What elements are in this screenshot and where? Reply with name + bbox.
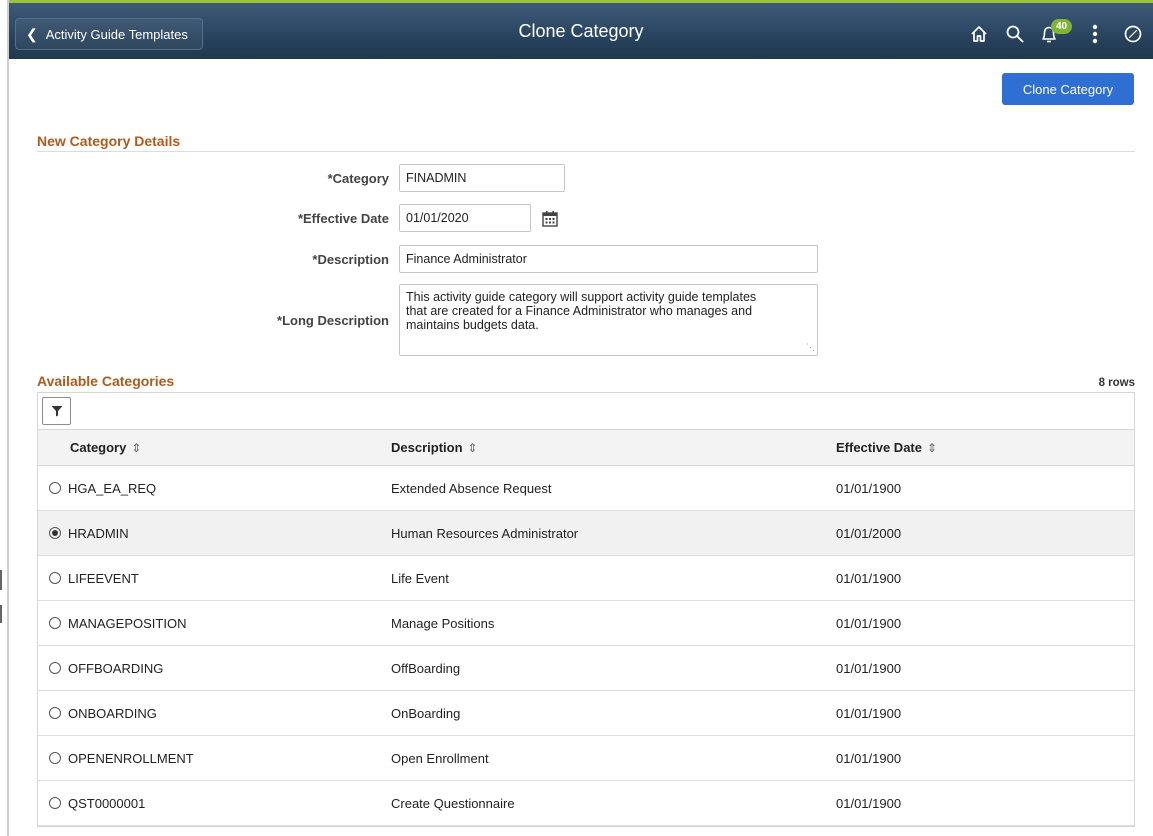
description-field[interactable]: Finance Administrator [399,245,818,273]
clone-category-button[interactable]: Clone Category [1002,73,1134,105]
description-cell: Open Enrollment [391,751,489,766]
table-row[interactable]: MANAGEPOSITION Manage Positions 01/01/1900 [38,601,1134,646]
long-description-field[interactable]: This activity guide category will suppor… [399,284,818,356]
actions-menu-button[interactable] [1077,19,1113,49]
filter-button[interactable] [42,397,71,425]
description-label: *Description [312,252,389,267]
sort-icon: ⇕ [467,440,478,455]
sort-icon: ⇕ [926,440,938,455]
category-cell: MANAGEPOSITION [68,616,187,631]
description-cell: OffBoarding [391,661,461,676]
column-header-description[interactable]: Description ⇕ [391,430,478,465]
row-select-radio[interactable] [49,482,61,494]
row-count: 8 rows [1098,377,1135,389]
column-header-label: Effective Date [836,440,922,455]
notifications-button[interactable]: 40 [1033,19,1077,49]
effective-date-field[interactable]: 01/01/2020 [399,204,531,232]
row-select-radio[interactable] [49,707,61,719]
effective-date-cell: 01/01/1900 [836,571,902,586]
long-description-line: This activity guide category will suppor… [406,290,757,304]
effective-date-cell: 01/01/1900 [836,616,902,631]
row-select-radio[interactable] [49,662,61,674]
navbar-button[interactable] [1113,19,1153,49]
effective-date-label: *Effective Date [297,211,389,226]
effective-date-cell: 01/01/2000 [836,526,902,541]
effective-date-cell: 01/01/1900 [836,706,902,721]
effective-date-cell: 01/01/1900 [836,751,902,766]
row-select-radio[interactable] [49,527,61,539]
category-field[interactable]: FINADMIN [399,164,565,192]
description-cell: Manage Positions [391,616,495,631]
category-cell: LIFEEVENT [68,571,139,586]
table-row[interactable]: ONBOARDING OnBoarding 01/01/1900 [38,691,1134,736]
column-header-label: Category [70,440,127,455]
category-cell: OPENENROLLMENT [68,751,194,766]
category-cell: ONBOARDING [68,706,157,721]
grid-header: Category ⇕ Description ⇕ Effective Date … [38,430,1134,466]
notification-badge: 40 [1051,19,1073,34]
home-button[interactable] [961,19,997,49]
description-cell: Human Resources Administrator [391,526,579,541]
grid-toolbar [37,392,1135,429]
effective-date-cell: 01/01/1900 [836,661,902,676]
resize-handle-icon[interactable]: ⋱ [806,340,815,354]
row-select-radio[interactable] [49,797,61,809]
home-icon [971,26,987,42]
row-select-radio[interactable] [49,617,61,629]
category-cell: HRADMIN [68,526,129,541]
more-vertical-icon [1092,24,1098,44]
section-divider [37,151,1135,152]
table-row[interactable]: HGA_EA_REQ Extended Absence Request 01/01/… [38,466,1134,511]
long-description-line: that are created for a Finance Administr… [406,304,753,318]
grid-body: HGA_EA_REQ Extended Absence Request 01/01/… [38,466,1134,826]
compass-icon [1124,25,1142,43]
description-cell: OnBoarding [391,706,461,721]
row-select-radio[interactable] [49,752,61,764]
edge-mark [0,605,2,623]
new-category-details-title: New Category Details [37,133,181,149]
column-header-category[interactable]: Category ⇕ [70,430,141,465]
table-row[interactable]: LIFEEVENT Life Event 01/01/1900 [38,556,1134,601]
category-cell: QST0000001 [68,796,146,811]
search-icon [1006,25,1024,43]
window-left-edge [0,0,9,836]
calendar-icon [542,211,558,227]
category-cell: HGA_EA_REQ [68,481,157,496]
categories-grid: Category ⇕ Description ⇕ Effective Date … [37,429,1135,827]
effective-date-cell: 01/01/1900 [836,796,902,811]
search-button[interactable] [997,19,1033,49]
long-description-line: maintains budgets data. [406,318,539,332]
description-cell: Extended Absence Request [391,481,552,496]
effective-date-cell: 01/01/1900 [836,481,902,496]
filter-icon [51,406,62,417]
category-cell: OFFBOARDING [68,661,164,676]
table-row[interactable]: HRADMIN Human Resources Administrator 01/0… [38,511,1134,556]
long-description-label: *Long Description [277,313,389,328]
edge-mark [0,570,2,590]
column-header-effective-date[interactable]: Effective Date ⇕ [836,430,937,465]
column-header-label: Description [391,440,463,455]
row-select-radio[interactable] [49,572,61,584]
description-cell: Life Event [391,571,449,586]
table-row[interactable]: QST0000001 Create Questionnaire 01/01/1900 [38,781,1134,826]
sort-icon: ⇕ [131,440,142,455]
header-icons: 40 [961,19,1153,49]
top-banner: ❮ Activity Guide Templates Clone Categor… [9,0,1153,59]
calendar-button[interactable] [538,208,562,230]
app-page: ❮ Activity Guide Templates Clone Categor… [9,0,1153,836]
table-row[interactable]: OFFBOARDING OffBoarding 01/01/1900 [38,646,1134,691]
available-categories-title: Available Categories [37,373,175,389]
description-cell: Create Questionnaire [391,796,515,811]
category-label: *Category [327,171,389,186]
table-row[interactable]: OPENENROLLMENT Open Enrollment 01/01/1900 [38,736,1134,781]
